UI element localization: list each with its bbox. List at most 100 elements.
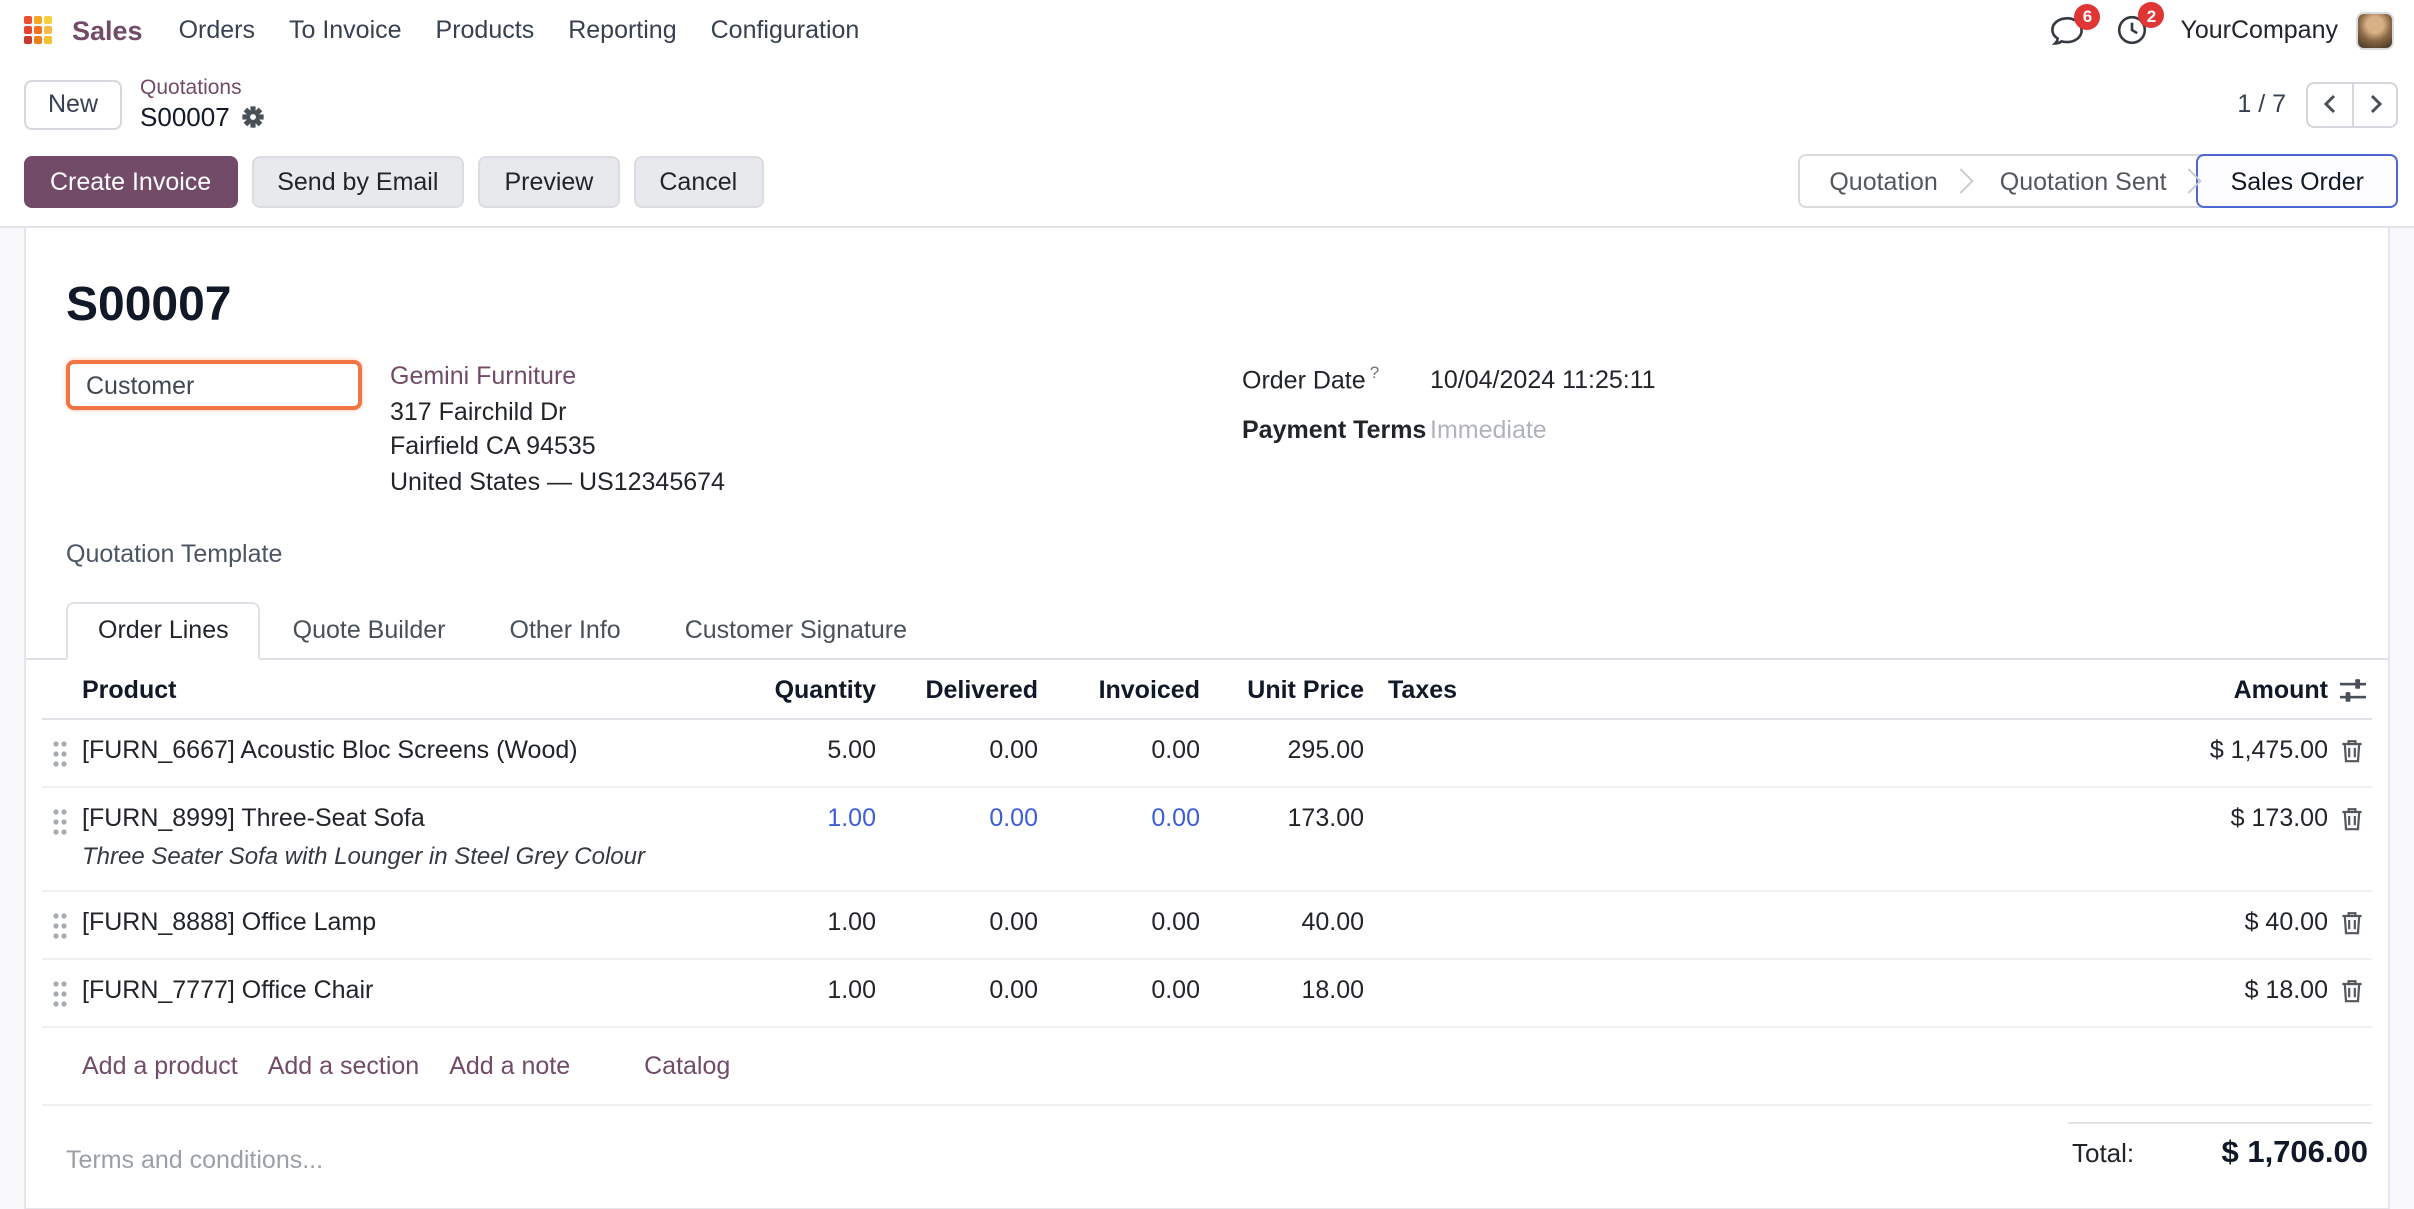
customer-input[interactable]: [66, 360, 362, 410]
total-block: Total: $ 1,706.00: [2068, 1122, 2372, 1172]
drag-handle-icon: [52, 912, 68, 940]
column-header-invoiced: Invoiced: [1042, 660, 1204, 718]
invoiced-cell[interactable]: 0.00: [1042, 892, 1204, 956]
status-step-quotation[interactable]: Quotation: [1799, 156, 1967, 206]
product-name[interactable]: [FURN_7777] Office Chair: [82, 976, 708, 1006]
pager-previous-button[interactable]: [2306, 81, 2352, 127]
taxes-cell[interactable]: [1368, 960, 1834, 994]
order-lines-table: Product Quantity Delivered Invoiced Unit…: [42, 660, 2372, 1106]
send-by-email-button[interactable]: Send by Email: [251, 155, 464, 207]
column-header-product: Product: [78, 660, 708, 718]
order-date-value[interactable]: 10/04/2024 11:25:11: [1430, 366, 1656, 394]
unit-price-cell[interactable]: 173.00: [1204, 788, 1368, 852]
delete-line-button[interactable]: [2332, 892, 2372, 954]
invoiced-cell[interactable]: 0.00: [1042, 788, 1204, 852]
delivered-cell[interactable]: 0.00: [880, 960, 1042, 1024]
top-navbar: Sales Orders To Invoice Products Reporti…: [0, 0, 2414, 60]
delivered-cell[interactable]: 0.00: [880, 892, 1042, 956]
tab-quote-builder[interactable]: Quote Builder: [261, 602, 478, 660]
breadcrumb-quotations-link[interactable]: Quotations: [140, 75, 264, 101]
pager-next-button[interactable]: [2352, 81, 2398, 127]
breadcrumb-current: S00007: [140, 101, 230, 133]
add-note-link[interactable]: Add a note: [449, 1052, 570, 1080]
delete-line-button[interactable]: [2332, 720, 2372, 782]
apps-menu-icon[interactable]: [24, 16, 52, 44]
statusbar: Quotation Quotation Sent Sales Order: [1797, 154, 2398, 208]
record-actions-button[interactable]: [242, 106, 264, 128]
quotation-template-label: Quotation Template: [66, 540, 2348, 568]
quantity-cell[interactable]: 1.00: [708, 960, 880, 1024]
company-name[interactable]: YourCompany: [2180, 16, 2338, 44]
menu-reporting[interactable]: Reporting: [568, 16, 676, 44]
status-step-sales-order[interactable]: Sales Order: [2197, 154, 2398, 208]
column-header-unit-price: Unit Price: [1204, 660, 1368, 718]
handle-column-header: [42, 660, 78, 690]
menu-orders[interactable]: Orders: [179, 16, 255, 44]
sheet-footer: Terms and conditions... Total: $ 1,706.0…: [66, 1122, 2372, 1174]
unit-price-cell[interactable]: 295.00: [1204, 720, 1368, 784]
table-footer-links: Add a product Add a section Add a note C…: [42, 1028, 2372, 1106]
amount-cell: $ 40.00: [1834, 892, 2332, 956]
optional-columns-button[interactable]: [2332, 660, 2372, 718]
preview-button[interactable]: Preview: [478, 155, 619, 207]
delete-line-button[interactable]: [2332, 960, 2372, 1022]
help-icon: ?: [1370, 362, 1379, 382]
product-name[interactable]: [FURN_8999] Three-Seat Sofa: [82, 804, 708, 834]
column-header-quantity: Quantity: [708, 660, 880, 718]
unit-price-cell[interactable]: 18.00: [1204, 960, 1368, 1024]
cancel-button[interactable]: Cancel: [633, 155, 763, 207]
invoiced-cell[interactable]: 0.00: [1042, 960, 1204, 1024]
main-content: S00007 Gemini Furniture 317 Fairchild Dr…: [0, 228, 2414, 1209]
user-avatar[interactable]: [2356, 11, 2394, 49]
activities-button[interactable]: 2: [2116, 14, 2148, 46]
add-product-link[interactable]: Add a product: [82, 1052, 238, 1080]
new-button[interactable]: New: [24, 79, 122, 129]
order-line-row[interactable]: [FURN_6667] Acoustic Bloc Screens (Wood)…: [42, 720, 2372, 788]
address-line: 317 Fairchild Dr: [390, 395, 725, 430]
breadcrumb-row: New Quotations S00007: [24, 70, 2398, 138]
drag-handle[interactable]: [42, 720, 78, 786]
partner-link[interactable]: Gemini Furniture: [390, 360, 725, 395]
menu-to-invoice[interactable]: To Invoice: [289, 16, 402, 44]
notebook-tabs: Order Lines Quote Builder Other Info Cus…: [26, 602, 2388, 660]
delete-line-button[interactable]: [2332, 788, 2372, 850]
taxes-cell[interactable]: [1368, 720, 1834, 754]
add-section-link[interactable]: Add a section: [268, 1052, 420, 1080]
order-line-row[interactable]: [FURN_8999] Three-Seat Sofa Three Seater…: [42, 788, 2372, 892]
catalog-link[interactable]: Catalog: [644, 1052, 730, 1080]
invoiced-cell[interactable]: 0.00: [1042, 720, 1204, 784]
menu-configuration[interactable]: Configuration: [711, 16, 860, 44]
quantity-cell[interactable]: 1.00: [708, 892, 880, 956]
taxes-cell[interactable]: [1368, 788, 1834, 822]
product-name[interactable]: [FURN_6667] Acoustic Bloc Screens (Wood): [82, 736, 708, 766]
product-name[interactable]: [FURN_8888] Office Lamp: [82, 908, 708, 938]
trash-icon: [2340, 806, 2364, 832]
quantity-cell[interactable]: 1.00: [708, 788, 880, 852]
app-name[interactable]: Sales: [72, 15, 143, 45]
payment-terms-value[interactable]: Immediate: [1430, 416, 1547, 444]
drag-handle-icon: [52, 808, 68, 836]
tab-order-lines[interactable]: Order Lines: [66, 602, 261, 660]
status-step-quotation-sent[interactable]: Quotation Sent: [1970, 156, 2197, 206]
order-line-row[interactable]: [FURN_7777] Office Chair 1.00 0.00 0.00 …: [42, 960, 2372, 1028]
drag-handle[interactable]: [42, 892, 78, 958]
delivered-cell[interactable]: 0.00: [880, 788, 1042, 852]
unit-price-cell[interactable]: 40.00: [1204, 892, 1368, 956]
pager: [2306, 81, 2398, 127]
action-buttons-row: Create Invoice Send by Email Preview Can…: [24, 154, 2398, 208]
create-invoice-button[interactable]: Create Invoice: [24, 155, 237, 207]
taxes-cell[interactable]: [1368, 892, 1834, 926]
breadcrumb: Quotations S00007: [140, 75, 264, 133]
gear-icon: [242, 106, 264, 128]
delivered-cell[interactable]: 0.00: [880, 720, 1042, 784]
drag-handle[interactable]: [42, 788, 78, 854]
terms-and-conditions-placeholder[interactable]: Terms and conditions...: [66, 1122, 323, 1174]
menu-products[interactable]: Products: [436, 16, 535, 44]
quantity-cell[interactable]: 5.00: [708, 720, 880, 784]
tab-customer-signature[interactable]: Customer Signature: [653, 602, 939, 660]
drag-handle[interactable]: [42, 960, 78, 1026]
tab-other-info[interactable]: Other Info: [478, 602, 653, 660]
trash-icon: [2340, 978, 2364, 1004]
order-line-row[interactable]: [FURN_8888] Office Lamp 1.00 0.00 0.00 4…: [42, 892, 2372, 960]
messages-button[interactable]: 6: [2050, 15, 2084, 45]
